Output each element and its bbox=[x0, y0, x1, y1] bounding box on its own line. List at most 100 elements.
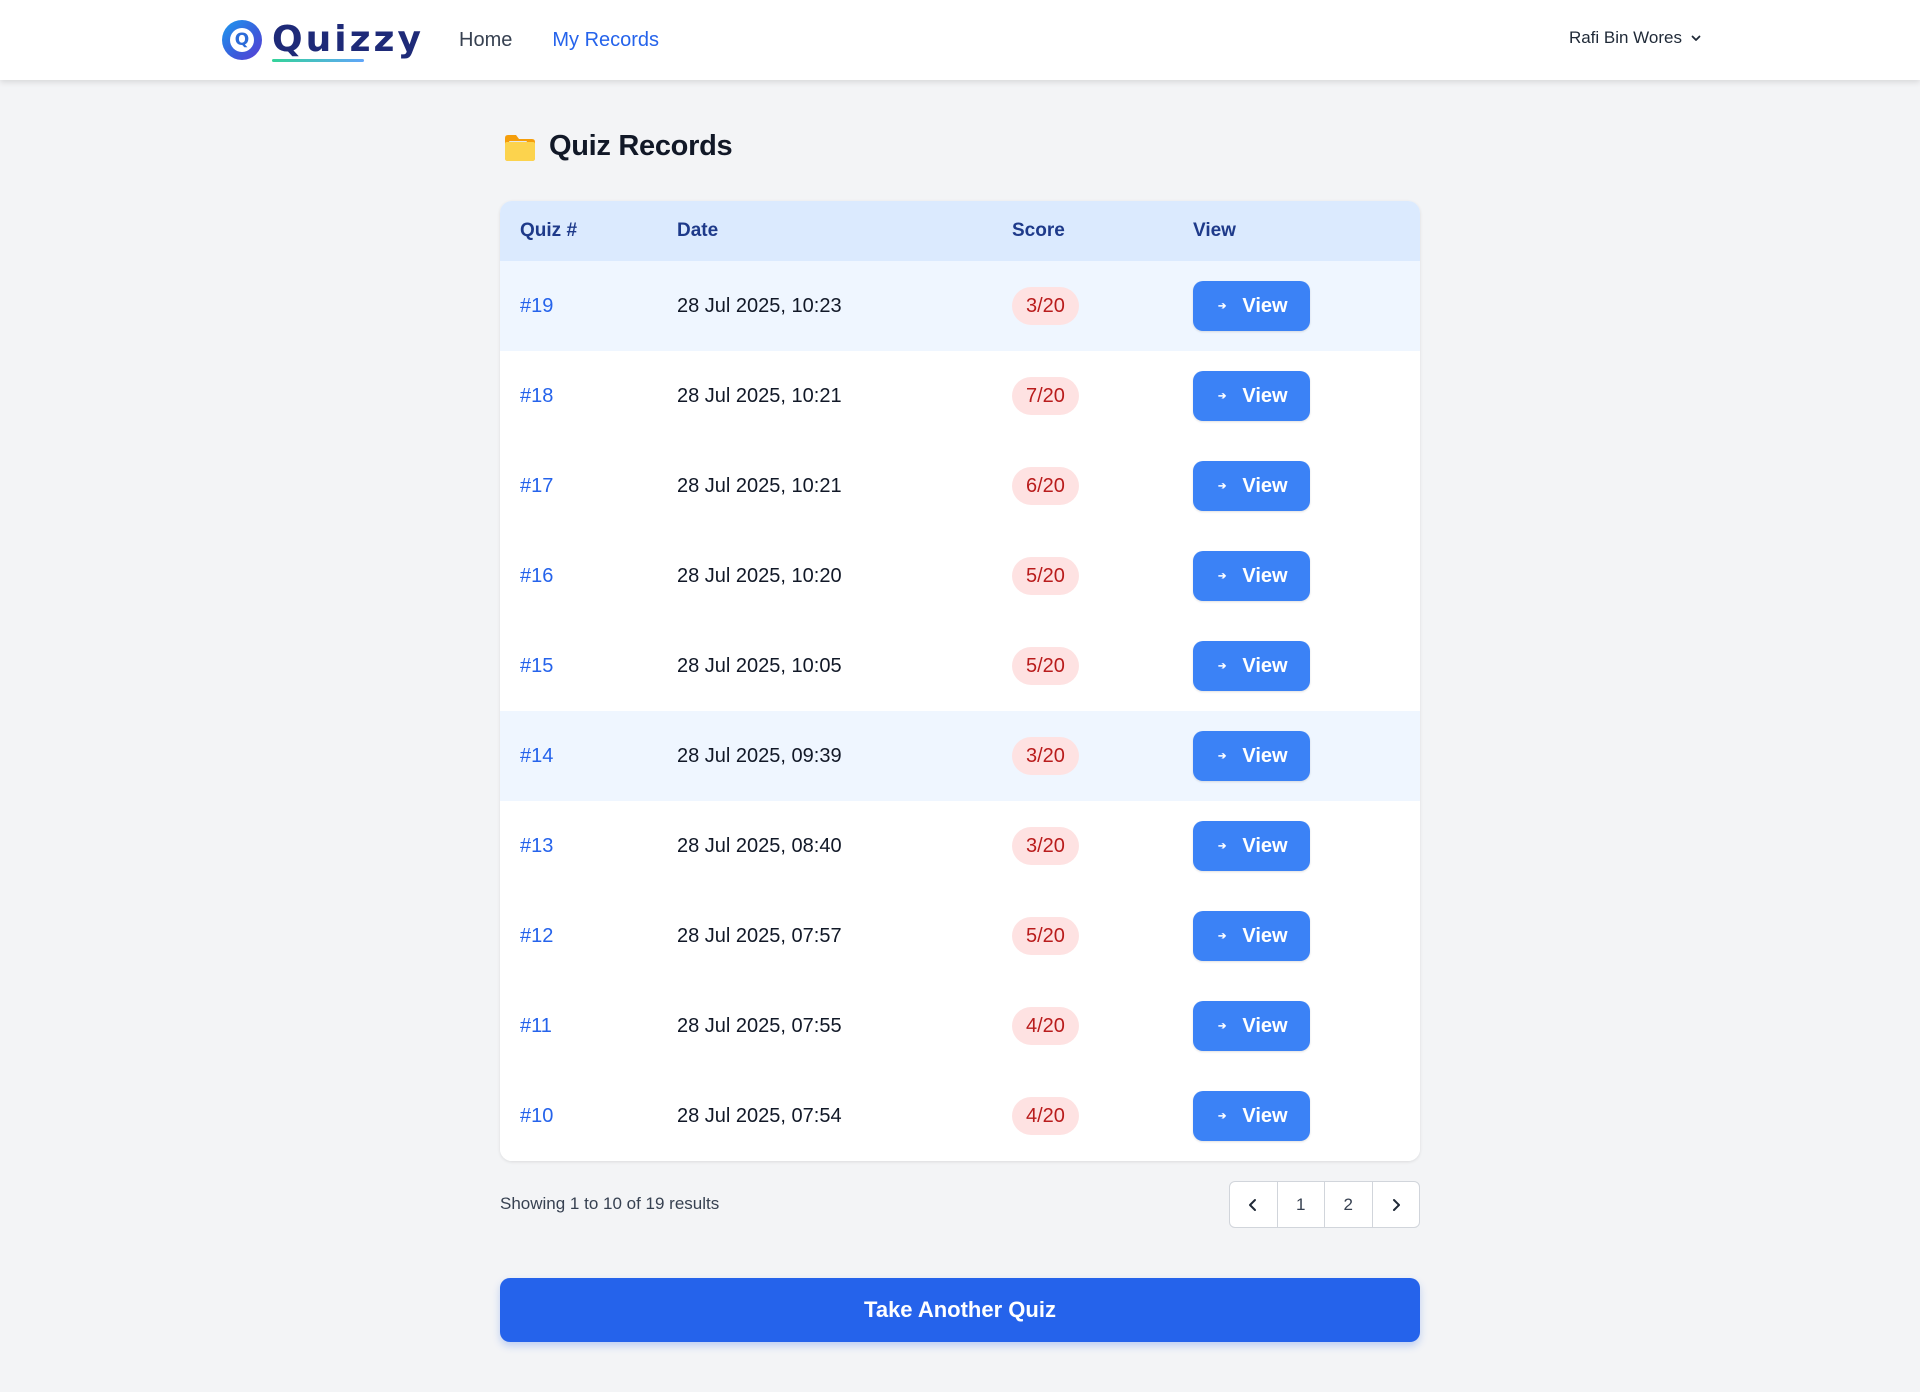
view-button[interactable]: ➔ View bbox=[1193, 1001, 1310, 1051]
chevron-right-icon bbox=[1392, 1198, 1400, 1211]
table-row: #11 28 Jul 2025, 07:55 4/20 ➔ View bbox=[500, 981, 1420, 1071]
quiz-date: 28 Jul 2025, 10:23 bbox=[677, 294, 842, 317]
arrow-right-icon: ➔ bbox=[1218, 840, 1227, 852]
score-badge: 7/20 bbox=[1012, 377, 1079, 415]
header-view: View bbox=[1193, 220, 1236, 241]
quiz-date: 28 Jul 2025, 10:05 bbox=[677, 654, 842, 677]
nav-link-home[interactable]: Home bbox=[459, 27, 512, 53]
quiz-date: 28 Jul 2025, 08:40 bbox=[677, 834, 842, 857]
chevron-left-icon bbox=[1249, 1198, 1257, 1211]
page-button-1[interactable]: 1 bbox=[1278, 1182, 1325, 1227]
score-badge: 6/20 bbox=[1012, 467, 1079, 505]
brand-name: Quizzy bbox=[272, 18, 424, 62]
quiz-date: 28 Jul 2025, 07:55 bbox=[677, 1014, 842, 1037]
top-navbar: Q Quizzy Home My Records Rafi Bin Wores bbox=[0, 0, 1920, 80]
quiz-date: 28 Jul 2025, 10:21 bbox=[677, 474, 842, 497]
view-button[interactable]: ➔ View bbox=[1193, 1091, 1310, 1141]
quiz-number[interactable]: #15 bbox=[500, 655, 677, 678]
prev-page-button[interactable] bbox=[1230, 1182, 1278, 1227]
score-badge: 5/20 bbox=[1012, 647, 1079, 685]
table-row: #12 28 Jul 2025, 07:57 5/20 ➔ View bbox=[500, 891, 1420, 981]
quiz-date: 28 Jul 2025, 10:21 bbox=[677, 384, 842, 407]
header-date: Date bbox=[677, 220, 719, 241]
view-button-label: View bbox=[1242, 1104, 1288, 1127]
take-another-quiz-button[interactable]: Take Another Quiz bbox=[500, 1278, 1420, 1342]
quiz-number[interactable]: #12 bbox=[500, 925, 677, 948]
score-badge: 5/20 bbox=[1012, 557, 1079, 595]
quiz-number[interactable]: #16 bbox=[500, 565, 677, 588]
next-page-button[interactable] bbox=[1373, 1182, 1420, 1227]
header-score: Score bbox=[1012, 220, 1065, 241]
view-button[interactable]: ➔ View bbox=[1193, 821, 1310, 871]
quiz-number[interactable]: #13 bbox=[500, 835, 677, 858]
view-button-label: View bbox=[1242, 1014, 1288, 1037]
score-badge: 4/20 bbox=[1012, 1007, 1079, 1045]
header-quiz-number: Quiz # bbox=[520, 220, 578, 241]
table-row: #18 28 Jul 2025, 10:21 7/20 ➔ View bbox=[500, 351, 1420, 441]
table-row: #13 28 Jul 2025, 08:40 3/20 ➔ View bbox=[500, 801, 1420, 891]
user-name: Rafi Bin Wores bbox=[1568, 28, 1682, 47]
view-button-label: View bbox=[1242, 564, 1288, 587]
view-button[interactable]: ➔ View bbox=[1193, 731, 1310, 781]
brand-name-text: Quizzy bbox=[272, 19, 424, 60]
quiz-date: 28 Jul 2025, 10:20 bbox=[677, 564, 842, 587]
quiz-number[interactable]: #18 bbox=[500, 385, 677, 408]
table-row: #16 28 Jul 2025, 10:20 5/20 ➔ View bbox=[500, 531, 1420, 621]
logo-q-icon: Q bbox=[222, 20, 262, 60]
view-button[interactable]: ➔ View bbox=[1193, 281, 1310, 331]
score-badge: 3/20 bbox=[1012, 827, 1079, 865]
arrow-right-icon: ➔ bbox=[1218, 300, 1227, 312]
arrow-right-icon: ➔ bbox=[1218, 1110, 1227, 1122]
arrow-right-icon: ➔ bbox=[1218, 570, 1227, 582]
page-title-text: Quiz Records bbox=[549, 130, 733, 162]
table-row: #19 28 Jul 2025, 10:23 3/20 ➔ View bbox=[500, 261, 1420, 351]
arrow-right-icon: ➔ bbox=[1218, 480, 1227, 492]
score-badge: 4/20 bbox=[1012, 1097, 1079, 1135]
arrow-right-icon: ➔ bbox=[1218, 750, 1227, 762]
quiz-number[interactable]: #19 bbox=[500, 295, 677, 318]
chevron-down-icon bbox=[1691, 35, 1701, 41]
records-table: Quiz # Date Score View #19 28 Jul 2025, … bbox=[500, 201, 1420, 1161]
logo-letter: Q bbox=[230, 28, 254, 52]
user-menu[interactable]: Rafi Bin Wores bbox=[1569, 28, 1702, 48]
score-badge: 3/20 bbox=[1012, 737, 1079, 775]
score-badge: 5/20 bbox=[1012, 917, 1079, 955]
arrow-right-icon: ➔ bbox=[1218, 1020, 1227, 1032]
brand-logo[interactable]: Q Quizzy bbox=[222, 18, 424, 62]
quiz-date: 28 Jul 2025, 07:57 bbox=[677, 924, 842, 947]
quiz-number[interactable]: #10 bbox=[500, 1105, 677, 1128]
page-title: Quiz Records bbox=[503, 130, 733, 163]
view-button-label: View bbox=[1242, 474, 1288, 497]
arrow-right-icon: ➔ bbox=[1218, 660, 1227, 672]
page-button-2[interactable]: 2 bbox=[1325, 1182, 1373, 1227]
brand-underline bbox=[272, 59, 364, 62]
view-button[interactable]: ➔ View bbox=[1193, 551, 1310, 601]
view-button[interactable]: ➔ View bbox=[1193, 641, 1310, 691]
nav-link-my-records[interactable]: My Records bbox=[552, 27, 659, 53]
view-button-label: View bbox=[1242, 384, 1288, 407]
view-button-label: View bbox=[1242, 834, 1288, 857]
view-button-label: View bbox=[1242, 744, 1288, 767]
quiz-number[interactable]: #11 bbox=[500, 1015, 677, 1038]
arrow-right-icon: ➔ bbox=[1218, 930, 1227, 942]
quiz-number[interactable]: #14 bbox=[500, 745, 677, 768]
score-badge: 3/20 bbox=[1012, 287, 1079, 325]
table-row: #14 28 Jul 2025, 09:39 3/20 ➔ View bbox=[500, 711, 1420, 801]
main-nav: Home My Records bbox=[459, 27, 699, 53]
table-header: Quiz # Date Score View bbox=[500, 201, 1420, 261]
table-row: #10 28 Jul 2025, 07:54 4/20 ➔ View bbox=[500, 1071, 1420, 1161]
arrow-right-icon: ➔ bbox=[1218, 390, 1227, 402]
quiz-date: 28 Jul 2025, 09:39 bbox=[677, 744, 842, 767]
view-button-label: View bbox=[1242, 654, 1288, 677]
table-row: #17 28 Jul 2025, 10:21 6/20 ➔ View bbox=[500, 441, 1420, 531]
view-button[interactable]: ➔ View bbox=[1193, 461, 1310, 511]
quiz-date: 28 Jul 2025, 07:54 bbox=[677, 1104, 842, 1127]
table-row: #15 28 Jul 2025, 10:05 5/20 ➔ View bbox=[500, 621, 1420, 711]
folder-icon bbox=[505, 134, 535, 161]
view-button-label: View bbox=[1242, 294, 1288, 317]
pagination: 1 2 bbox=[1229, 1181, 1420, 1228]
view-button[interactable]: ➔ View bbox=[1193, 371, 1310, 421]
view-button-label: View bbox=[1242, 924, 1288, 947]
quiz-number[interactable]: #17 bbox=[500, 475, 677, 498]
view-button[interactable]: ➔ View bbox=[1193, 911, 1310, 961]
